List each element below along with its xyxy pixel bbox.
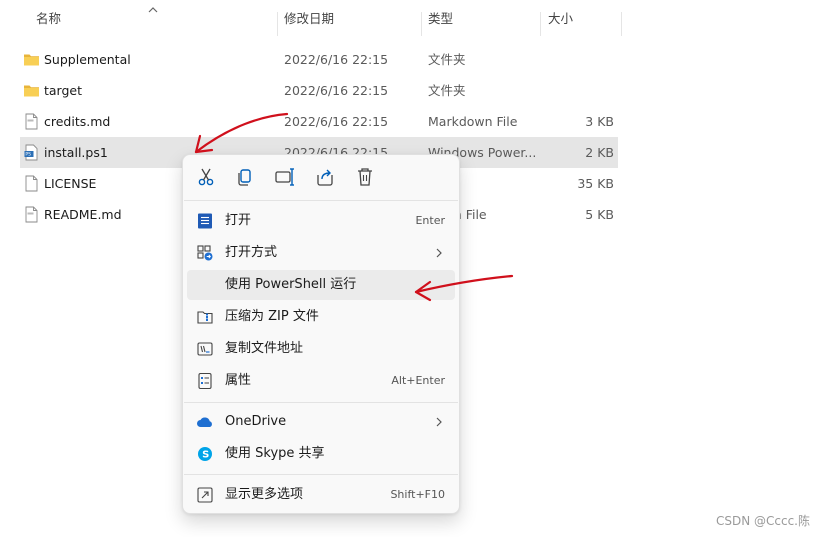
annotation-arrow-to-menu-item [414,274,514,302]
annotation-arrow-to-file [194,112,289,154]
annotation-arrows [194,112,514,302]
watermark: CSDN @Cccc.陈 [715,514,810,528]
